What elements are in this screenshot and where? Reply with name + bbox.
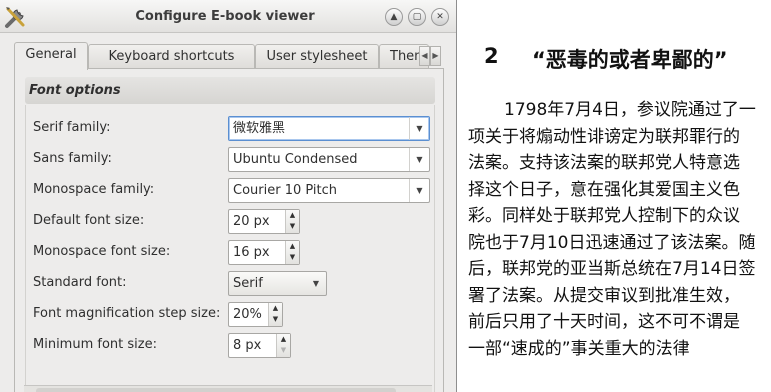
serif-family-combo[interactable]: 微软雅黑 ▼ (228, 116, 430, 141)
spin-down-icon[interactable]: ▼ (286, 221, 299, 232)
close-button[interactable]: ✕ (431, 8, 449, 26)
chevron-down-icon[interactable]: ▼ (409, 117, 429, 140)
tab-keyboard-shortcuts[interactable]: Keyboard shortcuts (88, 44, 255, 69)
tab-scroll-right-icon[interactable]: ▶ (430, 46, 441, 66)
monospace-family-value: Courier 10 Pitch (233, 183, 338, 198)
spin-buttons: ▲ ▼ (285, 241, 299, 264)
monospace-font-size-value: 16 px (233, 245, 270, 260)
sans-family-label: Sans family: (33, 151, 112, 166)
chevron-down-icon[interactable]: ▼ (306, 272, 326, 295)
monospace-font-size-spinbox[interactable]: 16 px ▲ ▼ (228, 240, 300, 265)
serif-family-label: Serif family: (33, 120, 111, 135)
tools-icon (5, 7, 25, 28)
default-font-size-label: Default font size: (33, 213, 145, 228)
tab-bar: General Keyboard shortcuts User styleshe… (14, 42, 444, 70)
spin-up-icon[interactable]: ▲ (286, 241, 299, 252)
spin-down-icon[interactable]: ▼ (277, 345, 290, 356)
sans-family-combo[interactable]: Ubuntu Condensed ▼ (228, 147, 430, 172)
monospace-family-label: Monospace family: (33, 182, 155, 197)
spin-up-icon[interactable]: ▲ (286, 210, 299, 221)
magnification-step-value: 20% (233, 307, 262, 322)
standard-font-label: Standard font: (33, 275, 127, 290)
chapter-paragraph: 1798年7月4日，参议院通过了一项关于将煽动性诽谤定为联邦罪行的法案。支持该法… (468, 100, 756, 359)
restore-button[interactable]: ▲ (385, 8, 403, 26)
spin-buttons: ▲ ▼ (276, 334, 290, 357)
horizontal-scrollbar[interactable] (24, 385, 432, 392)
tab-user-stylesheet[interactable]: User stylesheet (255, 44, 379, 69)
scrollbar-thumb[interactable] (36, 388, 396, 392)
general-tab-panel: Font options Serif family: 微软雅黑 ▼ Sans f… (14, 68, 444, 392)
magnification-step-label: Font magnification step size: (33, 306, 221, 321)
font-options-header: Font options (25, 77, 435, 104)
dialog-title: Configure E-book viewer (135, 9, 315, 24)
spin-up-icon[interactable]: ▲ (277, 334, 290, 345)
minimize-button[interactable]: ▢ (408, 8, 426, 26)
spin-buttons: ▲ ▼ (268, 303, 282, 326)
minimum-font-size-label: Minimum font size: (33, 337, 157, 352)
spin-up-icon[interactable]: ▲ (269, 303, 282, 314)
sans-family-value: Ubuntu Condensed (233, 152, 358, 167)
tab-scroll-left-icon[interactable]: ◀ (419, 46, 430, 66)
chapter-number: 2 (484, 44, 499, 68)
minimum-font-size-spinbox[interactable]: 8 px ▲ ▼ (228, 333, 291, 358)
default-font-size-value: 20 px (233, 214, 270, 229)
chapter-heading: 2 “恶毒的或者卑鄙的” (468, 44, 768, 76)
monospace-font-size-label: Monospace font size: (33, 244, 171, 259)
ebook-reader-page: 2 “恶毒的或者卑鄙的” 1798年7月4日，参议院通过了一项关于将煽动性诽谤定… (458, 0, 771, 392)
chevron-down-icon[interactable]: ▼ (409, 179, 429, 202)
serif-family-value: 微软雅黑 (233, 121, 286, 136)
title-bar[interactable]: Configure E-book viewer ▲ ▢ ✕ (0, 0, 456, 33)
monospace-family-combo[interactable]: Courier 10 Pitch ▼ (228, 178, 430, 203)
chevron-down-icon[interactable]: ▼ (409, 148, 429, 171)
standard-font-value: Serif (233, 276, 263, 291)
default-font-size-spinbox[interactable]: 20 px ▲ ▼ (228, 209, 300, 234)
configure-dialog: Configure E-book viewer ▲ ▢ ✕ General Ke… (0, 0, 457, 392)
spin-down-icon[interactable]: ▼ (286, 252, 299, 263)
spin-buttons: ▲ ▼ (285, 210, 299, 233)
tab-general[interactable]: General (14, 42, 88, 70)
chapter-title: “恶毒的或者卑鄙的” (532, 48, 728, 72)
minimum-font-size-value: 8 px (233, 338, 262, 353)
standard-font-combo[interactable]: Serif ▼ (228, 271, 327, 296)
magnification-step-spinbox[interactable]: 20% ▲ ▼ (228, 302, 283, 327)
spin-down-icon[interactable]: ▼ (269, 314, 282, 325)
